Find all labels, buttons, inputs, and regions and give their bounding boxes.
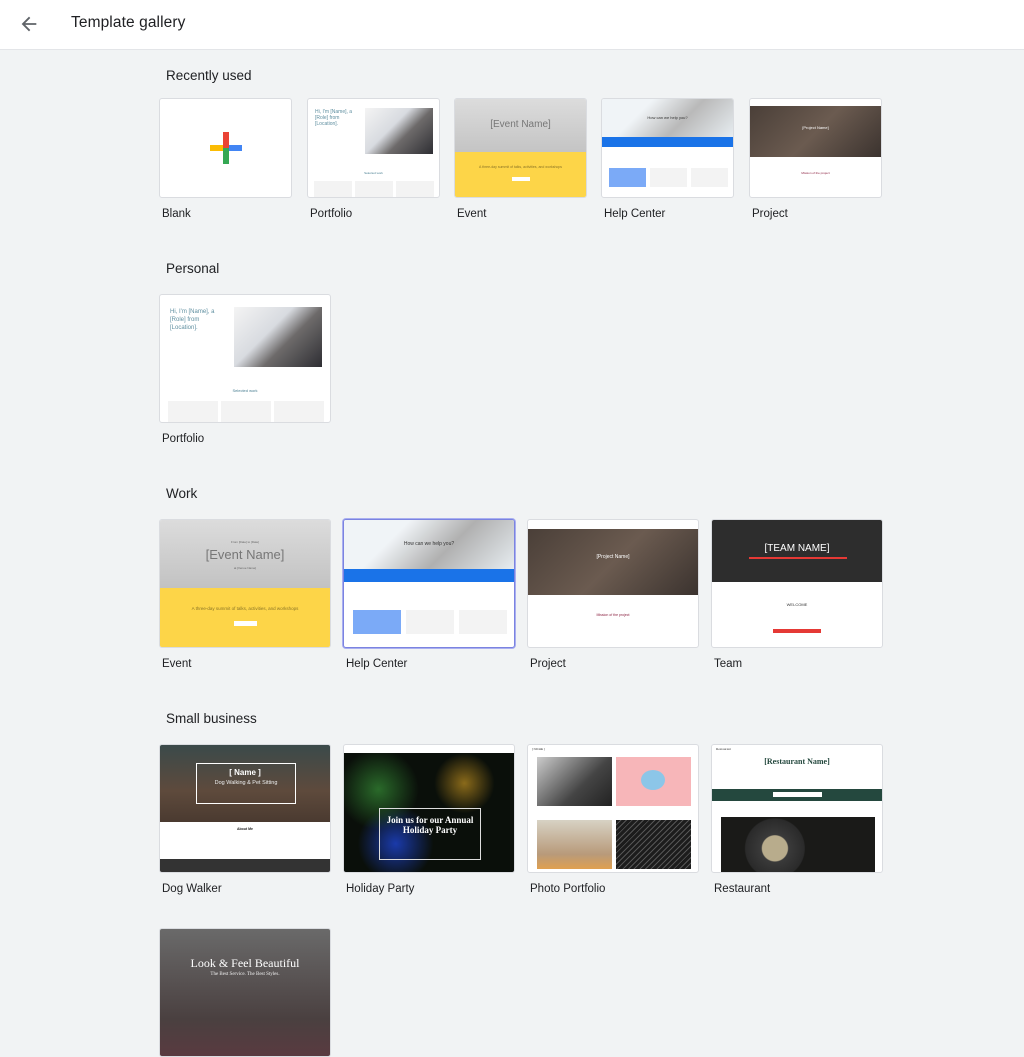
template-thumbnail: [Project Name] Mission of the project [527, 519, 699, 648]
thumbnail-photo [365, 108, 433, 154]
template-thumbnail: How can we help you? [601, 98, 734, 198]
template-label: Event [457, 208, 487, 220]
template-label: Project [752, 208, 788, 220]
template-label: Portfolio [310, 208, 353, 220]
template-label: Photo Portfolio [530, 883, 606, 895]
template-card-photo-portfolio[interactable]: [ NICHE ] Photo Portfolio [527, 744, 699, 895]
template-card-help-center[interactable]: How can we help you? Help Center [343, 519, 515, 670]
template-thumbnail: Hi, I'm [Name], a [Role] from [Location]… [307, 98, 440, 198]
template-card-blank[interactable]: Blank [159, 98, 292, 220]
template-thumbnail: [TEAM NAME] WELCOME [711, 519, 883, 648]
template-card-portfolio[interactable]: Hi, I'm [Name], a [Role] from [Location]… [307, 98, 440, 220]
template-thumbnail: Restaurant [Restaurant Name] [711, 744, 883, 873]
template-card-restaurant[interactable]: Restaurant [Restaurant Name] Restaurant [711, 744, 883, 895]
template-label: Dog Walker [162, 883, 222, 895]
template-card-event[interactable]: [Event Name] A three-day summit of talks… [454, 98, 587, 220]
template-label: Help Center [604, 208, 666, 220]
template-card-event[interactable]: From [Date] to [Date] [Event Name] at [V… [159, 519, 331, 670]
template-label: Blank [162, 208, 191, 220]
top-bar: Template gallery [0, 0, 1024, 50]
thumbnail-photo [234, 307, 322, 367]
template-thumbnail: [ NICHE ] [527, 744, 699, 873]
section-title-recently-used: Recently used [166, 68, 252, 83]
template-thumbnail: [Project Name] Mission of the project [749, 98, 882, 198]
template-card-team[interactable]: [TEAM NAME] WELCOME Team [711, 519, 883, 670]
back-button[interactable] [18, 13, 40, 35]
template-label: Portfolio [162, 433, 205, 445]
page-title: Template gallery [71, 14, 186, 31]
template-label: Holiday Party [346, 883, 415, 895]
template-thumbnail [159, 98, 292, 198]
template-label: Event [162, 658, 192, 670]
arrow-left-icon [21, 16, 37, 32]
template-card-portfolio[interactable]: Hi, I'm [Name], a [Role] from [Location]… [159, 294, 331, 445]
template-thumbnail: Look & Feel Beautiful The Best Service. … [159, 928, 331, 1057]
template-label: Restaurant [714, 883, 771, 895]
template-label: Team [714, 658, 743, 670]
template-label: Project [530, 658, 566, 670]
template-card-help-center[interactable]: How can we help you? Help Center [601, 98, 734, 220]
section-title-personal: Personal [166, 261, 220, 276]
template-card-holiday-party[interactable]: Join us for our Annual Holiday Party Hol… [343, 744, 515, 895]
template-thumbnail: Join us for our Annual Holiday Party [343, 744, 515, 873]
template-thumbnail: Hi, I'm [Name], a [Role] from [Location]… [159, 294, 331, 423]
template-label: Help Center [346, 658, 408, 670]
template-card-project[interactable]: [Project Name] Mission of the project Pr… [527, 519, 699, 670]
section-title-small-business: Small business [166, 711, 257, 726]
template-thumbnail: [Event Name] A three-day summit of talks… [454, 98, 587, 198]
template-thumbnail: How can we help you? [343, 519, 515, 648]
template-card-dog-walker[interactable]: [ Name ] Dog Walking & Pet Sitting About… [159, 744, 331, 895]
template-thumbnail: [ Name ] Dog Walking & Pet Sitting About… [159, 744, 331, 873]
template-thumbnail: From [Date] to [Date] [Event Name] at [V… [159, 519, 331, 648]
template-card-project[interactable]: [Project Name] Mission of the project Pr… [749, 98, 882, 220]
section-title-work: Work [166, 486, 198, 501]
template-card-salon[interactable]: Look & Feel Beautiful The Best Service. … [159, 928, 331, 1057]
